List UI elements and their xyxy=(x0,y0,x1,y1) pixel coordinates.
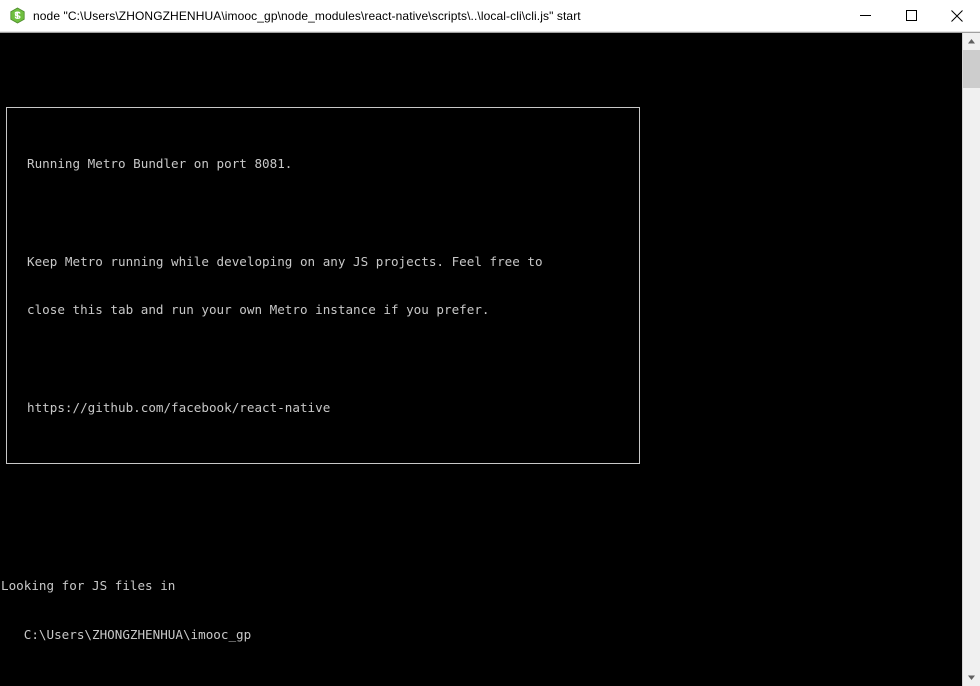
title-bar-left: node "C:\Users\ZHONGZHENHUA\imooc_gp\nod… xyxy=(0,7,842,24)
metro-box-line-4: https://github.com/facebook/react-native xyxy=(27,400,331,416)
metro-box-line-2: Keep Metro running while developing on a… xyxy=(27,253,543,269)
close-button[interactable] xyxy=(934,0,980,31)
window-controls xyxy=(842,0,980,31)
scroll-down-icon[interactable] xyxy=(963,669,980,686)
minimize-button[interactable] xyxy=(842,0,888,31)
maximize-button[interactable] xyxy=(888,0,934,31)
log-line: C:\Users\ZHONGZHENHUA\imooc_gp xyxy=(1,627,252,643)
metro-box-line-3: close this tab and run your own Metro in… xyxy=(27,302,490,318)
scrollbar-track[interactable] xyxy=(963,50,980,669)
scroll-up-icon[interactable] xyxy=(963,33,980,50)
console-output[interactable]: Running Metro Bundler on port 8081. Keep… xyxy=(0,33,962,686)
console-window: node "C:\Users\ZHONGZHENHUA\imooc_gp\nod… xyxy=(0,0,980,686)
window-title: node "C:\Users\ZHONGZHENHUA\imooc_gp\nod… xyxy=(33,8,581,23)
vertical-scrollbar[interactable] xyxy=(962,33,980,686)
title-bar: node "C:\Users\ZHONGZHENHUA\imooc_gp\nod… xyxy=(0,0,980,32)
nodejs-logo-icon xyxy=(9,7,26,24)
scroll-thumb[interactable] xyxy=(963,50,980,88)
metro-info-box: Running Metro Bundler on port 8081. Keep… xyxy=(6,107,640,465)
console-area: Running Metro Bundler on port 8081. Keep… xyxy=(0,32,980,686)
log-line: Looking for JS files in xyxy=(1,578,176,594)
metro-box-line-1: Running Metro Bundler on port 8081. xyxy=(27,155,293,171)
